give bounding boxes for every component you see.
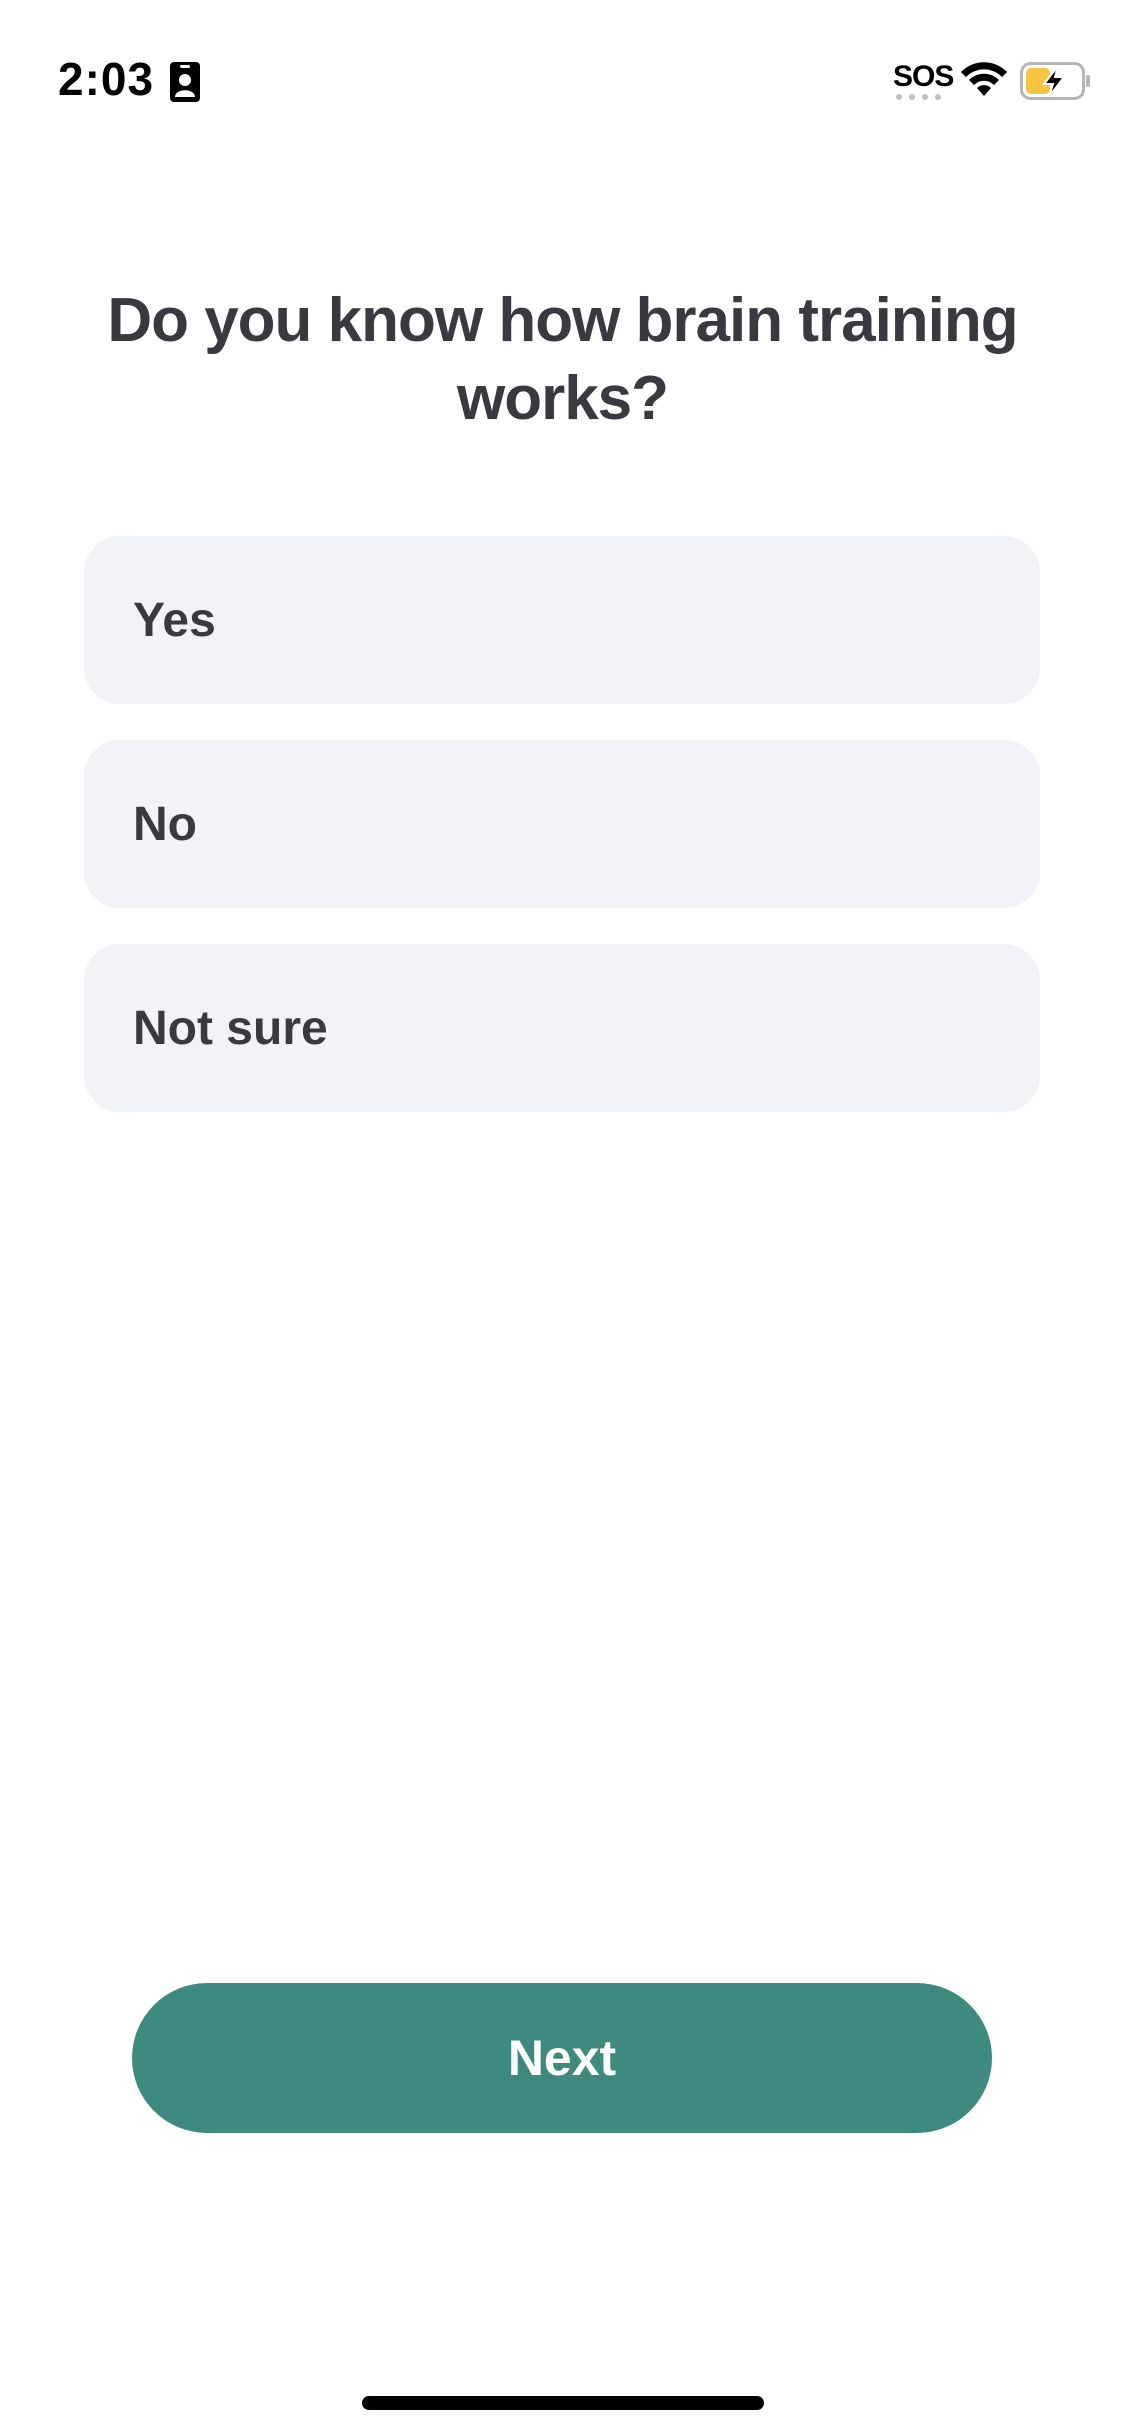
id-card-icon bbox=[170, 62, 200, 102]
status-time: 2:03 bbox=[58, 53, 155, 105]
option-label: Not sure bbox=[133, 1001, 328, 1055]
wifi-icon bbox=[961, 62, 1007, 96]
home-indicator[interactable] bbox=[362, 2396, 764, 2410]
sos-indicator: SOS bbox=[893, 60, 954, 93]
next-button-label: Next bbox=[507, 2030, 617, 2086]
option-label: No bbox=[133, 797, 197, 851]
option-not-sure[interactable]: Not sure bbox=[84, 944, 1040, 1112]
onboarding-question-screen: 2:03 SOS Do you know how brain training … bbox=[0, 0, 1125, 2436]
option-no[interactable]: No bbox=[84, 740, 1040, 908]
option-yes[interactable]: Yes bbox=[84, 536, 1040, 704]
battery-charging-icon bbox=[1020, 62, 1090, 100]
status-bar: 2:03 SOS bbox=[0, 0, 1125, 140]
question-title: Do you know how brain training works? bbox=[107, 286, 1018, 433]
option-label: Yes bbox=[133, 593, 216, 647]
next-button[interactable]: Next bbox=[132, 1983, 992, 2133]
signal-dots-icon bbox=[896, 94, 941, 100]
